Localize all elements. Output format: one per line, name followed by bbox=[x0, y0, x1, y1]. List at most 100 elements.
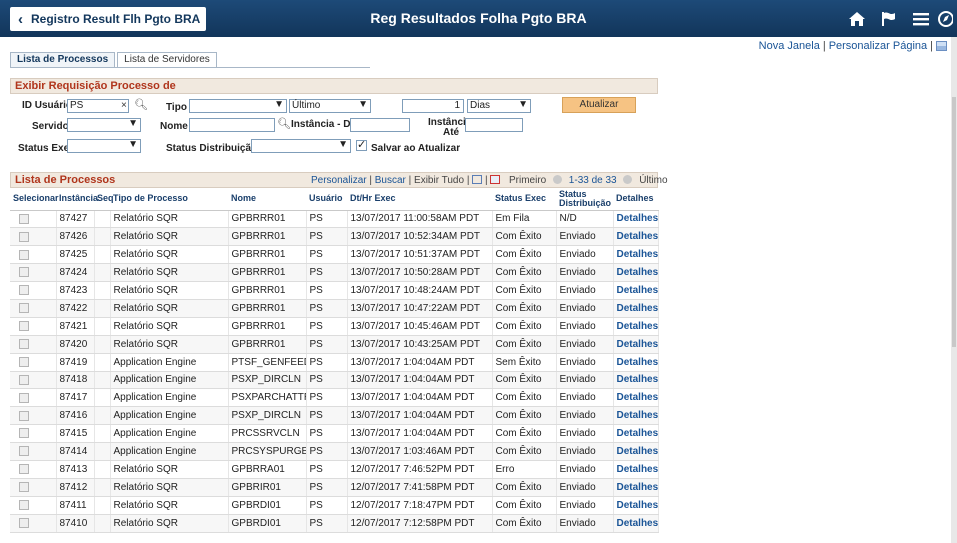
row-select-checkbox[interactable] bbox=[19, 410, 29, 421]
cell-dist: Enviado bbox=[556, 442, 614, 461]
prev-arrow-icon[interactable] bbox=[553, 175, 563, 184]
cell-inst: 87423 bbox=[56, 281, 95, 300]
view-all-link[interactable]: Exibir Tudo bbox=[414, 175, 464, 186]
cell-tipo: Relatório SQR bbox=[110, 245, 229, 265]
details-link[interactable]: Detalhes bbox=[613, 496, 659, 515]
cell-inst: 87426 bbox=[56, 227, 95, 247]
details-link[interactable]: Detalhes bbox=[613, 371, 659, 390]
server-select[interactable]: ▼ bbox=[67, 118, 141, 132]
details-link[interactable]: Detalhes bbox=[613, 424, 659, 444]
select-cell bbox=[10, 514, 57, 533]
details-link[interactable]: Detalhes bbox=[613, 460, 659, 479]
row-select-checkbox[interactable] bbox=[19, 303, 29, 314]
download-icon[interactable] bbox=[490, 175, 501, 184]
details-link[interactable]: Detalhes bbox=[613, 335, 659, 354]
personalize-link[interactable]: Personalizar bbox=[311, 175, 367, 186]
next-arrow-icon[interactable] bbox=[623, 175, 633, 184]
search-icon[interactable]: 🔍︎ bbox=[277, 117, 291, 130]
instance-to-input[interactable] bbox=[465, 118, 523, 132]
menu-icon[interactable] bbox=[905, 0, 937, 37]
column-header[interactable]: Status Exec bbox=[492, 188, 556, 211]
find-link[interactable]: Buscar bbox=[375, 175, 406, 186]
unit-select[interactable]: Dias ▼ bbox=[467, 99, 531, 113]
row-select-checkbox[interactable] bbox=[19, 321, 29, 332]
details-link[interactable]: Detalhes bbox=[613, 263, 659, 283]
page-layout-icon[interactable] bbox=[936, 41, 947, 51]
cell-seq bbox=[94, 442, 111, 461]
column-header[interactable]: Usuário bbox=[306, 188, 347, 211]
column-header[interactable]: Dt/Hr Exec bbox=[347, 188, 492, 211]
cell-tipo: Relatório SQR bbox=[110, 263, 229, 283]
exec-status-select[interactable]: ▼ bbox=[67, 139, 141, 153]
details-link[interactable]: Detalhes bbox=[613, 245, 659, 265]
select-cell bbox=[10, 424, 57, 444]
cell-user: PS bbox=[306, 496, 348, 515]
row-select-checkbox[interactable] bbox=[19, 517, 29, 528]
details-link[interactable]: Detalhes bbox=[613, 478, 659, 497]
first-link[interactable]: Primeiro bbox=[509, 175, 546, 186]
cell-nome: GPBRRR01 bbox=[228, 317, 307, 336]
instance-from-input[interactable] bbox=[350, 118, 410, 132]
row-select-checkbox[interactable] bbox=[19, 356, 29, 367]
tab-process-list[interactable]: Lista de Processos bbox=[10, 52, 116, 68]
refresh-button[interactable]: Atualizar bbox=[562, 97, 636, 113]
quantity-input[interactable]: 1 bbox=[402, 99, 464, 113]
row-select-checkbox[interactable] bbox=[19, 464, 29, 475]
details-link[interactable]: Detalhes bbox=[613, 210, 659, 229]
home-icon[interactable] bbox=[841, 0, 873, 37]
link-separator: | bbox=[822, 40, 826, 52]
column-header[interactable]: Status Distribuição bbox=[556, 188, 613, 211]
row-select-checkbox[interactable] bbox=[19, 482, 29, 493]
details-link[interactable]: Detalhes bbox=[613, 299, 659, 318]
save-on-refresh-checkbox[interactable] bbox=[356, 138, 367, 151]
details-link[interactable]: Detalhes bbox=[613, 227, 659, 247]
cell-inst: 87410 bbox=[56, 514, 95, 533]
last-link[interactable]: Último bbox=[639, 175, 667, 186]
details-link[interactable]: Detalhes bbox=[613, 353, 659, 372]
personalize-page-link[interactable]: Personalizar Página bbox=[829, 40, 927, 52]
user-id-input[interactable]: PS bbox=[67, 99, 129, 113]
period-select[interactable]: Último ▼ bbox=[289, 99, 371, 113]
column-header[interactable]: Seq bbox=[94, 188, 114, 211]
type-select[interactable]: ▼ bbox=[189, 99, 287, 113]
cell-dt: 13/07/2017 1:04:04AM PDT bbox=[347, 353, 493, 372]
vertical-scrollbar[interactable] bbox=[951, 37, 957, 543]
name-input[interactable] bbox=[189, 118, 275, 132]
name-label: Nome bbox=[160, 121, 188, 132]
new-window-link[interactable]: Nova Janela bbox=[759, 40, 820, 52]
row-select-checkbox[interactable] bbox=[19, 267, 29, 278]
row-select-checkbox[interactable] bbox=[19, 231, 29, 242]
row-select-checkbox[interactable] bbox=[19, 500, 29, 511]
compass-icon[interactable] bbox=[937, 0, 957, 37]
row-select-checkbox[interactable] bbox=[19, 339, 29, 350]
row-select-checkbox[interactable] bbox=[19, 249, 29, 260]
details-link[interactable]: Detalhes bbox=[613, 514, 659, 533]
chevron-down-icon: ▼ bbox=[338, 139, 348, 150]
column-header[interactable]: Nome bbox=[228, 188, 306, 211]
details-link[interactable]: Detalhes bbox=[613, 281, 659, 300]
details-link[interactable]: Detalhes bbox=[613, 442, 659, 461]
row-select-checkbox[interactable] bbox=[19, 374, 29, 385]
tab-server-list[interactable]: Lista de Servidores bbox=[117, 52, 217, 68]
row-select-checkbox[interactable] bbox=[19, 285, 29, 296]
zoom-grid-icon[interactable] bbox=[472, 175, 483, 184]
details-link[interactable]: Detalhes bbox=[613, 406, 659, 426]
row-select-checkbox[interactable] bbox=[19, 428, 29, 439]
row-select-checkbox[interactable] bbox=[19, 446, 29, 457]
request-section-header: Exibir Requisição Processo de bbox=[10, 78, 658, 94]
cell-nome: GPBRRR01 bbox=[228, 210, 307, 229]
row-select-checkbox[interactable] bbox=[19, 213, 29, 224]
column-header[interactable]: Instância bbox=[56, 188, 98, 211]
cell-inst: 87416 bbox=[56, 406, 95, 426]
clear-icon[interactable]: × bbox=[121, 100, 127, 111]
flag-icon[interactable] bbox=[873, 0, 905, 37]
row-select-checkbox[interactable] bbox=[19, 392, 29, 403]
search-icon[interactable]: 🔍︎ bbox=[134, 98, 148, 111]
cell-seq bbox=[94, 353, 111, 372]
column-header[interactable]: Tipo de Processo bbox=[110, 188, 228, 211]
details-link[interactable]: Detalhes bbox=[613, 317, 659, 336]
dist-status-select[interactable]: ▼ bbox=[251, 139, 351, 153]
cell-nome: GPBRIR01 bbox=[228, 478, 307, 497]
details-link[interactable]: Detalhes bbox=[613, 388, 659, 408]
cell-dist: Enviado bbox=[556, 388, 614, 408]
